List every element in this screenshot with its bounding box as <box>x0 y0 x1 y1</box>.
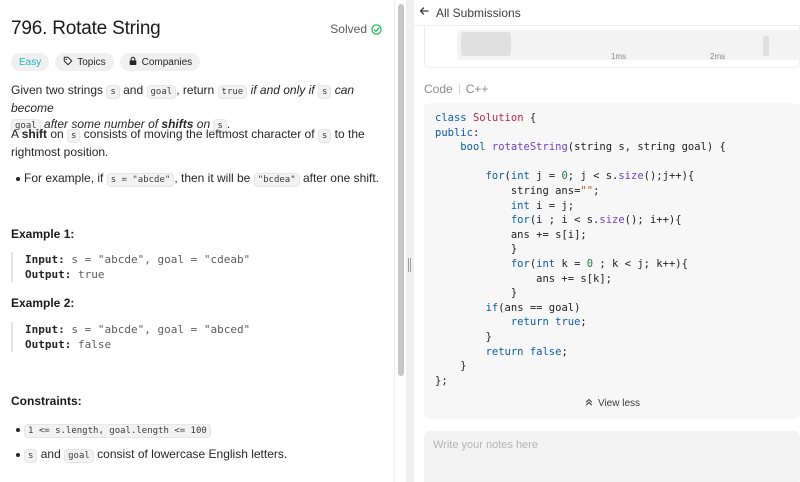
arrow-left-icon[interactable] <box>418 5 430 20</box>
input-label: Input: <box>25 253 65 266</box>
topics-label: Topics <box>77 56 106 68</box>
text: For example, if <box>24 171 107 185</box>
bullet-marker <box>16 422 22 428</box>
text: , return <box>176 83 218 97</box>
lock-icon <box>128 56 138 69</box>
constraint-item-2: s and goal consist of lowercase English … <box>24 446 384 464</box>
companies-button[interactable]: Companies <box>119 53 201 71</box>
all-submissions-link[interactable]: All Submissions <box>436 6 521 20</box>
example-1-heading: Example 1: <box>11 227 75 241</box>
view-less-button[interactable]: View less <box>424 397 800 410</box>
inline-code: "bcdea" <box>253 173 300 187</box>
notes-input[interactable]: Write your notes here <box>424 431 800 482</box>
inline-code: s <box>317 129 332 143</box>
input-label: Input: <box>25 323 65 336</box>
constraints-heading: Constraints: <box>11 394 82 408</box>
difficulty-badge: Easy <box>11 53 50 71</box>
inline-code: s <box>24 449 38 463</box>
bullet-marker <box>16 171 22 177</box>
input-value: s = "abcde", goal = "abced" <box>71 323 251 336</box>
output-label: Output: <box>25 338 72 351</box>
topics-button[interactable]: Topics <box>55 53 114 71</box>
constraint-item-1: 1 <= s.length, goal.length <= 100 <box>24 421 384 439</box>
tag-icon <box>63 56 73 69</box>
inline-code: 1 <= s.length, goal.length <= 100 <box>24 424 211 438</box>
inline-code: s = "abcde" <box>106 173 175 187</box>
text: consists of moving the leftmost characte… <box>80 127 318 141</box>
text: on <box>47 127 68 141</box>
chart-tick-label: 1ms <box>611 52 627 61</box>
output-value: true <box>77 268 105 281</box>
code-label: Code <box>424 82 453 96</box>
grip-icon <box>408 258 411 272</box>
text: A <box>11 127 22 141</box>
text: if and only if <box>247 83 318 97</box>
check-circle-icon <box>371 23 382 35</box>
scrollbar-thumb[interactable] <box>398 4 404 376</box>
inline-code: goal <box>146 85 177 99</box>
description-scrollbar[interactable] <box>394 0 406 482</box>
description-paragraph-2: A shift on s consists of moving the left… <box>11 126 381 160</box>
solved-status: Solved <box>330 22 382 36</box>
problem-title[interactable]: 796. Rotate String <box>11 18 161 39</box>
companies-label: Companies <box>141 56 193 68</box>
text: and <box>119 83 147 97</box>
inline-code: s <box>106 85 120 99</box>
text: Given two strings <box>11 83 107 97</box>
submission-panel: All Submissions 1ms 2ms Code C++ class S… <box>414 0 800 482</box>
runtime-distribution-chart: 1ms 2ms <box>424 26 800 68</box>
text: after one shift. <box>299 171 380 185</box>
text: shift <box>21 127 48 141</box>
output-value: false <box>77 338 112 351</box>
example-2-block: Input: s = "abcde", goal = "abced" Outpu… <box>11 322 381 352</box>
chevrons-up-icon <box>584 397 594 410</box>
example-2-heading: Example 2: <box>11 296 75 310</box>
language-label: C++ <box>465 82 489 96</box>
chart-bar[interactable] <box>461 32 511 56</box>
text: , then it will be <box>174 171 254 185</box>
pane-resize-handle[interactable] <box>406 0 414 482</box>
problem-description-panel: 796. Rotate String Solved Easy Topics Co… <box>0 0 394 482</box>
source-code[interactable]: class Solution { public: bool rotateStri… <box>435 111 726 388</box>
example-1-block: Input: s = "abcde", goal = "cdeab" Outpu… <box>11 252 381 282</box>
inline-code: goal <box>64 449 94 463</box>
output-label: Output: <box>25 268 72 281</box>
code-viewer[interactable]: class Solution { public: bool rotateStri… <box>424 103 800 419</box>
view-less-label: View less <box>597 398 641 409</box>
chart-tick-label: 2ms <box>710 52 726 61</box>
example-bullet: For example, if s = "abcde", then it wil… <box>24 170 384 188</box>
inline-code: s <box>317 85 332 99</box>
divider <box>458 84 460 94</box>
chart-bar[interactable] <box>763 36 769 56</box>
inline-code: s <box>67 129 81 143</box>
notes-placeholder: Write your notes here <box>433 439 538 451</box>
inline-code: true <box>217 85 248 99</box>
text: and <box>37 447 65 461</box>
submission-topbar: All Submissions <box>414 0 800 26</box>
code-header: Code C++ <box>424 82 488 96</box>
bullet-marker <box>16 447 22 453</box>
solved-label: Solved <box>330 22 367 36</box>
problem-badges: Easy Topics Companies <box>11 53 201 71</box>
input-value: s = "abcde", goal = "cdeab" <box>71 253 251 266</box>
text: consist of lowercase English letters. <box>93 447 288 461</box>
problem-header: 796. Rotate String Solved <box>11 18 382 42</box>
